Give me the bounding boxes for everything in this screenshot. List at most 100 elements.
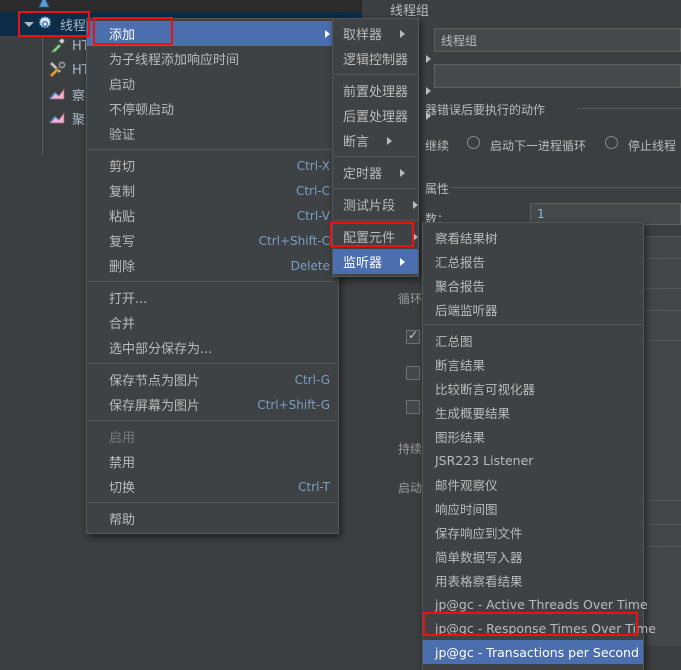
menu-item-label: jp@gc - Response Times Over Time <box>435 620 656 636</box>
menu-item[interactable]: 取样器 <box>333 21 418 46</box>
listener-submenu[interactable]: 察看结果树汇总报告聚合报告后端监听器汇总图 断言结果 比较断言可视化器生成概要结果图… <box>422 222 656 670</box>
comment-field[interactable] <box>434 64 681 88</box>
menu-item[interactable]: 邮件观察仪 <box>423 472 643 496</box>
tree-node-http-1[interactable]: HT <box>48 34 90 58</box>
delay-checkbox[interactable] <box>406 400 420 414</box>
menu-item[interactable]: 监听器 <box>333 249 418 274</box>
menu-item-shortcut: Ctrl-C <box>295 183 330 198</box>
menu-item[interactable]: 简单数据写入器 <box>423 544 643 568</box>
menu-item[interactable]: 配置元件 <box>333 224 419 249</box>
chevron-right-icon <box>413 200 419 209</box>
menu-item[interactable]: 后置处理器 <box>333 103 432 128</box>
menu-separator <box>334 220 417 221</box>
menu-item-label: 启用 <box>109 431 136 446</box>
menu-item-label: 察看结果树 <box>435 230 498 246</box>
menu-item[interactable]: 汇总报告 <box>423 249 643 273</box>
menu-separator <box>88 363 337 364</box>
menu-item[interactable]: 验证 <box>87 121 338 146</box>
menu-item-label: 聚合报告 <box>435 278 486 294</box>
menu-item[interactable]: 帮助 <box>87 506 338 531</box>
chevron-right-icon <box>400 29 406 38</box>
menu-item[interactable]: 不停顿启动 <box>87 96 338 121</box>
tree-guide-line <box>42 36 43 156</box>
menu-item[interactable]: 复制 Ctrl-C <box>87 178 338 203</box>
menu-separator <box>88 502 337 503</box>
menu-item: 启用 <box>87 424 338 449</box>
loop-count-label: 循环 <box>398 292 423 306</box>
name-field[interactable]: 线程组 <box>434 28 681 52</box>
menu-item[interactable]: 前置处理器 <box>333 78 432 103</box>
radio-continue[interactable] <box>467 136 480 149</box>
menu-item[interactable]: 响应时间图 <box>423 496 643 520</box>
table-row <box>639 258 681 288</box>
menu-item-label: 合并 <box>109 317 136 332</box>
menu-item[interactable]: BeanShell Listener <box>423 664 643 670</box>
tree-node-http-2[interactable]: HT <box>48 58 90 82</box>
menu-item[interactable]: 切换 Ctrl-T <box>87 474 338 499</box>
gear-icon <box>36 15 56 33</box>
menu-item[interactable]: jp@gc - Transactions per Second <box>423 640 643 664</box>
menu-item[interactable]: 察看结果树 <box>423 225 643 249</box>
menu-item[interactable]: 删除 Delete <box>87 253 338 278</box>
menu-item[interactable]: 剪切 Ctrl-X <box>87 153 338 178</box>
menu-item[interactable]: 粘贴 Ctrl-V <box>87 203 338 228</box>
menu-item-label: 定时器 <box>343 167 383 182</box>
menu-item[interactable]: 聚合报告 <box>423 273 643 297</box>
menu-item-label: 复写 <box>109 235 136 250</box>
menu-separator <box>334 156 417 157</box>
menu-separator <box>88 281 337 282</box>
menu-item[interactable]: JSR223 Listener <box>423 448 643 472</box>
menu-item-label: 生成概要结果 <box>435 405 511 421</box>
menu-item[interactable]: 禁用 <box>87 449 338 474</box>
menu-item-label: 后端监听器 <box>435 302 498 318</box>
menu-item-label: 测试片段 <box>343 199 396 214</box>
menu-item[interactable]: 合并 <box>87 310 338 335</box>
menu-item[interactable]: 逻辑控制器 <box>333 46 432 71</box>
menu-item[interactable]: 打开... <box>87 285 338 310</box>
forever-checkbox[interactable] <box>406 328 420 344</box>
menu-item[interactable]: 断言 <box>333 128 418 153</box>
menu-item[interactable]: 定时器 <box>333 160 418 185</box>
menu-item[interactable]: 保存节点为图片 Ctrl-G <box>87 367 338 392</box>
menu-item-label: 汇总报告 <box>435 254 486 270</box>
jmeter-root-icon <box>36 0 52 10</box>
duration-label: 持续 <box>398 442 423 456</box>
menu-separator <box>88 420 337 421</box>
radio-next-loop[interactable] <box>605 136 618 149</box>
add-submenu[interactable]: 取样器逻辑控制器前置处理器 后置处理器 断言定时器测试片段配置元件监听器 <box>332 18 432 277</box>
menu-item-label: 简单数据写入器 <box>435 549 523 565</box>
menu-item[interactable]: 断言结果 <box>423 352 643 376</box>
scheduler-checkbox[interactable] <box>406 366 420 380</box>
menu-item[interactable]: jp@gc - Response Times Over Time <box>423 616 656 640</box>
menu-item[interactable]: 汇总图 <box>423 328 643 352</box>
menu-item[interactable]: 启动 <box>87 71 338 96</box>
context-menu[interactable]: 添加为子线程添加响应时间启动 不停顿启动 验证剪切 Ctrl-X 复制 Ctrl-C 粘贴 C… <box>86 18 339 534</box>
chevron-right-icon <box>400 257 406 266</box>
menu-item-label: 逻辑控制器 <box>343 53 409 68</box>
menu-item[interactable]: 保存屏幕为图片 Ctrl+Shift-G <box>87 392 338 417</box>
menu-item-label: 监听器 <box>343 256 383 271</box>
chevron-down-icon[interactable] <box>22 12 36 36</box>
name-field-value: 线程组 <box>441 33 478 48</box>
menu-item[interactable]: 比较断言可视化器 <box>423 376 643 400</box>
menu-item[interactable]: 用表格察看结果 <box>423 568 643 592</box>
menu-item-label: jp@gc - Transactions per Second <box>435 644 639 660</box>
menu-item-label: 为子线程添加响应时间 <box>109 53 240 68</box>
radio-stop-thread-label: 停止线程 <box>628 139 677 153</box>
menu-item[interactable]: 选中部分保存为... <box>87 335 338 360</box>
menu-item[interactable]: 复写 Ctrl+Shift-C <box>87 228 338 253</box>
properties-group-label: 属性 <box>425 182 450 196</box>
menu-item[interactable]: 添加 <box>87 21 338 46</box>
menu-item-shortcut: Ctrl-G <box>294 372 330 387</box>
table-row <box>639 310 681 340</box>
menu-item[interactable]: 测试片段 <box>333 192 419 217</box>
menu-item[interactable]: 为子线程添加响应时间 <box>87 46 338 71</box>
menu-item[interactable]: jp@gc - Active Threads Over Time <box>423 592 648 616</box>
chart-icon <box>48 109 68 127</box>
menu-item[interactable]: 生成概要结果 <box>423 400 643 424</box>
menu-item[interactable]: 图形结果 <box>423 424 643 448</box>
menu-item[interactable]: 保存响应到文件 <box>423 520 643 544</box>
pipette-icon <box>48 37 68 55</box>
menu-item[interactable]: 后端监听器 <box>423 297 643 321</box>
menu-separator <box>88 149 337 150</box>
